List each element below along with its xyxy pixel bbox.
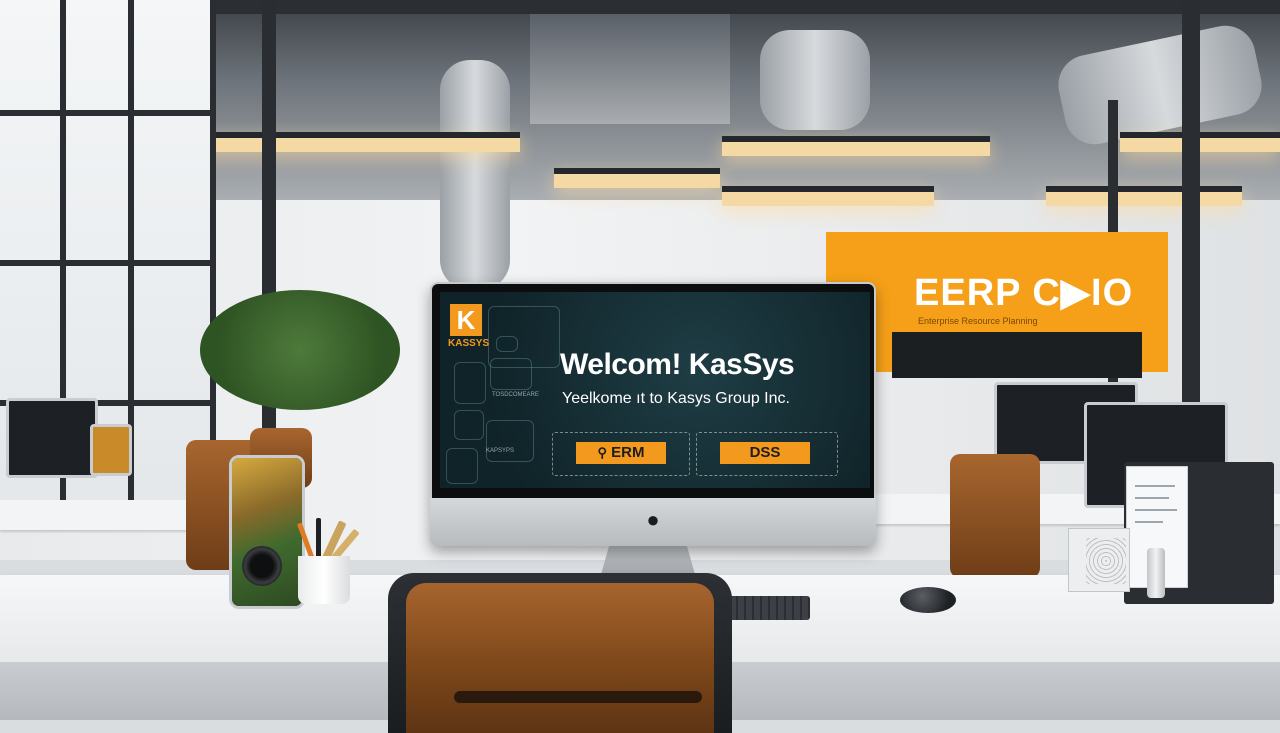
- wall-sign-subtext: Enterprise Resource Planning: [918, 316, 1038, 326]
- desktop-monitor: K KASSYS TOSDCOMEARE KAPSYPS Welcom! Kas…: [430, 282, 876, 546]
- pendant-lamp: [1046, 186, 1242, 206]
- camera-icon: [242, 546, 282, 586]
- bottle: [1147, 548, 1165, 598]
- search-icon: ⚲: [597, 445, 607, 460]
- pendant-lamp: [722, 136, 990, 156]
- circuit-label: KAPSYPS: [486, 448, 515, 454]
- pendant-lamp: [722, 186, 934, 206]
- monitor-chin: ●: [430, 498, 876, 546]
- computer-mouse: [900, 587, 956, 613]
- office-chair-foreground: [388, 573, 732, 733]
- pendant-lamp: [554, 168, 720, 188]
- pillar: [1182, 0, 1200, 420]
- tissue-box: [1068, 528, 1130, 592]
- monitor-bezel: K KASSYS TOSDCOMEARE KAPSYPS Welcom! Kas…: [432, 284, 874, 498]
- office-chair: [950, 454, 1040, 578]
- pendant-lamp: [1120, 132, 1280, 152]
- pen: [316, 518, 321, 560]
- background-desk: [0, 500, 200, 530]
- welcome-screen: K KASSYS TOSDCOMEARE KAPSYPS Welcom! Kas…: [440, 292, 870, 488]
- ventilation-duct: [440, 60, 510, 290]
- dss-button-label: DSS: [749, 444, 781, 461]
- office-plant: [200, 290, 400, 410]
- logo-wordmark: KASSYS: [448, 338, 490, 349]
- wall-sign-text: EERP C▶IO: [914, 272, 1134, 314]
- welcome-headline: Welcom! KasSys: [560, 348, 795, 381]
- kassys-logo: K: [450, 304, 482, 336]
- air-unit: [530, 14, 730, 124]
- erm-button[interactable]: ⚲ ERM: [576, 442, 666, 464]
- keyboard: [722, 596, 810, 620]
- background-monitor: [6, 398, 98, 478]
- wall-sign: EERP C▶IO Enterprise Resource Planning: [826, 232, 1168, 378]
- background-monitor: [90, 424, 132, 476]
- apple-logo-icon: ●: [646, 507, 660, 532]
- welcome-tagline: Yeelkome ıt to Kasys Group Inc.: [562, 390, 790, 407]
- smartphone: [229, 455, 305, 609]
- dss-button[interactable]: DSS: [720, 442, 810, 464]
- pencil-cup: [298, 556, 350, 604]
- erm-button-label: ERM: [611, 444, 645, 461]
- wall-screens: [892, 332, 1142, 378]
- ventilation-duct: [760, 30, 870, 130]
- circuit-label: TOSDCOMEARE: [492, 392, 539, 398]
